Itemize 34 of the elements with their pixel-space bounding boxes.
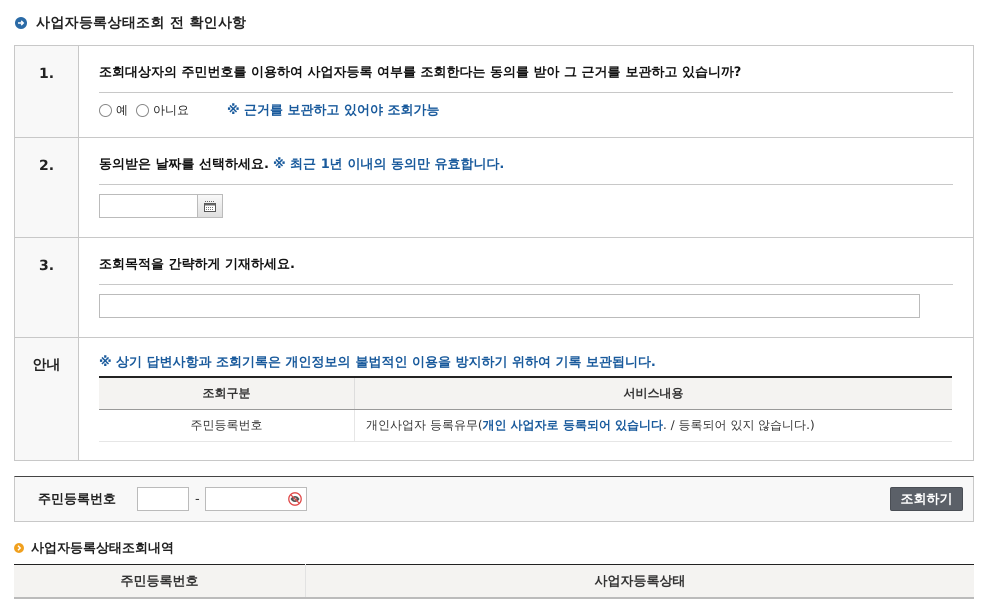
column-header: 사업자등록상태 (306, 564, 974, 598)
table-cell: 주민등록번호 (99, 410, 354, 442)
question-text: 조회대상자의 주민번호를 이용하여 사업자등록 여부를 조회한다는 동의를 받아 그 근거를 보관하고 있습니까? (99, 65, 742, 80)
notice-label: 안내 (15, 338, 79, 460)
section-title: 사업자등록상태조회내역 (31, 540, 174, 557)
column-header: 주민등록번호 (14, 564, 306, 598)
radio-label[interactable]: 아니요 (153, 102, 189, 118)
question-text: 동의받은 날짜를 선택하세요. (99, 157, 269, 172)
chevron-circle-icon (14, 543, 24, 553)
section-title: 사업자등록상태조회 전 확인사항 (36, 14, 247, 32)
radio-label[interactable]: 예 (116, 102, 128, 118)
table-cell: 개인사업자 등록유무(개인 사업자로 등록되어 있습니다. / 등록되어 있지 않습니다.) (354, 410, 952, 442)
question-number: 1. (15, 46, 79, 137)
arrow-circle-icon (15, 17, 27, 29)
id-back-field[interactable] (204, 487, 307, 511)
calendar-button[interactable] (198, 194, 223, 218)
radio-button[interactable] (99, 104, 112, 116)
separator-text: - (195, 492, 200, 506)
calendar-icon (204, 200, 216, 212)
field-label: 주민등록번호 (38, 491, 117, 508)
question-text: 조회목적을 간략하게 기재하세요. (99, 257, 295, 272)
question-number: 3. (15, 238, 79, 337)
radio-button[interactable] (136, 104, 149, 116)
date-field[interactable] (99, 194, 198, 218)
column-header: 서비스내용 (354, 377, 952, 410)
eye-slash-icon[interactable] (288, 492, 302, 506)
note-text: ※ 근거를 보관하고 있어야 조회가능 (227, 102, 440, 119)
purpose-field[interactable] (99, 294, 920, 318)
column-header: 조회구분 (99, 377, 354, 410)
notice-text: ※ 상기 답변사항과 조회기록은 개인정보의 불법적인 이용을 방지하기 위하여 기록 보관됩니다. (99, 354, 657, 372)
id-front-field[interactable] (137, 487, 189, 511)
search-button[interactable]: 조회하기 (890, 487, 963, 511)
hint-text: ※ 최근 1년 이내의 동의만 유효합니다. (273, 157, 504, 172)
question-number: 2. (15, 138, 79, 237)
